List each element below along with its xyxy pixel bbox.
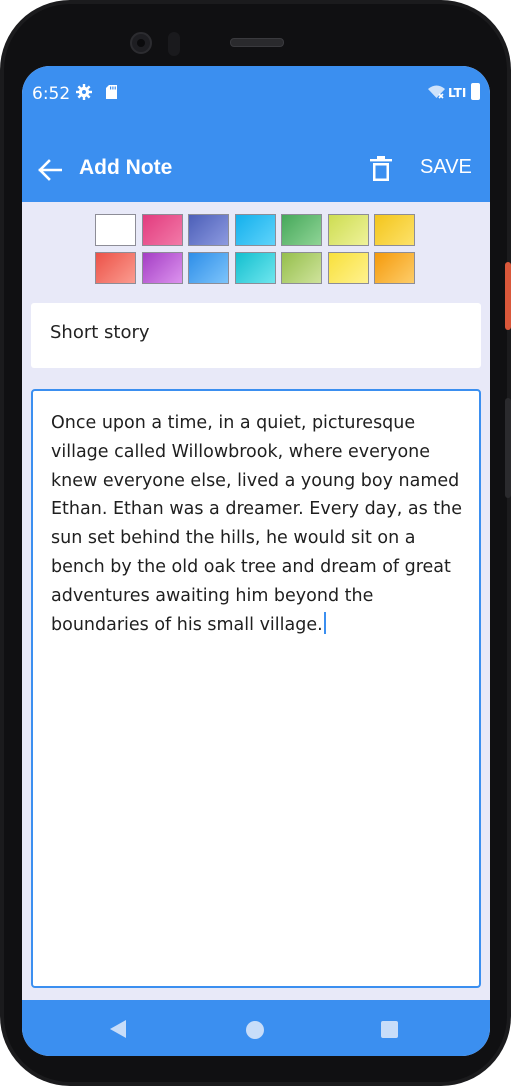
color-swatch[interactable] [234, 252, 276, 284]
color-swatch[interactable] [188, 252, 229, 284]
status-time: 6:52 [32, 84, 71, 104]
earpiece-speaker [230, 38, 284, 47]
side-button-power [505, 262, 511, 330]
battery-icon [471, 83, 480, 100]
color-swatch[interactable] [95, 252, 136, 284]
trash-icon[interactable] [370, 156, 392, 182]
app-bar: Add Note SAVE [22, 138, 490, 202]
color-swatch[interactable] [141, 252, 183, 284]
note-body-text: Once upon a time, in a quiet, picturesqu… [51, 409, 467, 639]
color-swatch[interactable] [374, 252, 415, 284]
color-swatch[interactable] [141, 214, 183, 246]
status-bar: 6:52 LTI [22, 66, 490, 138]
nav-home-icon[interactable] [246, 1021, 264, 1039]
text-cursor [323, 611, 326, 634]
color-swatch[interactable] [327, 252, 369, 284]
system-nav-bar [22, 1000, 490, 1056]
gear-icon [76, 84, 92, 100]
color-swatch[interactable] [188, 214, 229, 246]
color-swatch[interactable] [234, 214, 276, 246]
note-title-text: Short story [50, 322, 150, 343]
color-swatch[interactable] [95, 214, 136, 246]
proximity-sensor [168, 32, 180, 56]
save-button[interactable]: SAVE [420, 156, 472, 179]
phone-frame: 6:52 LTI Add Note SAVE Short story Once … [0, 0, 511, 1086]
network-label: LTI [448, 86, 467, 100]
note-title-field[interactable]: Short story [31, 303, 481, 368]
sd-card-icon [106, 85, 117, 99]
nav-back-icon[interactable] [110, 1020, 126, 1038]
side-button-volume [505, 398, 511, 498]
color-swatch[interactable] [327, 214, 369, 246]
front-camera [130, 32, 152, 54]
color-swatch[interactable] [281, 252, 322, 284]
back-arrow-icon[interactable] [38, 159, 62, 181]
note-body-content: Once upon a time, in a quiet, picturesqu… [51, 413, 463, 635]
screen: 6:52 LTI Add Note SAVE Short story Once … [22, 66, 490, 1056]
wifi-icon [428, 85, 445, 99]
color-swatch[interactable] [281, 214, 322, 246]
nav-recents-icon[interactable] [381, 1021, 398, 1038]
page-title: Add Note [79, 156, 173, 179]
color-swatch[interactable] [374, 214, 415, 246]
note-body-field[interactable]: Once upon a time, in a quiet, picturesqu… [31, 389, 481, 988]
